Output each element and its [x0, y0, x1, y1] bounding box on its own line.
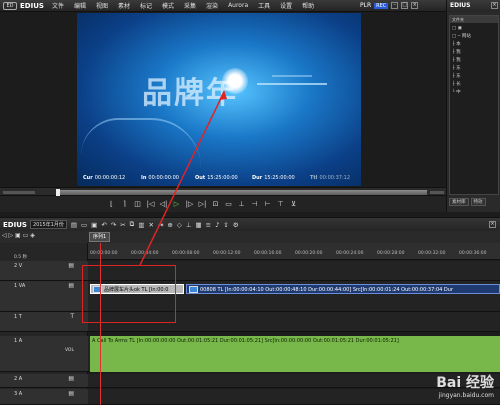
watermark-main: Bai 经验 — [436, 375, 494, 391]
watermark: Bai 经验 jingyan.baidu.com — [436, 372, 494, 399]
watermark-url: jingyan.baidu.com — [438, 392, 494, 399]
annotation-arrow — [139, 90, 227, 266]
